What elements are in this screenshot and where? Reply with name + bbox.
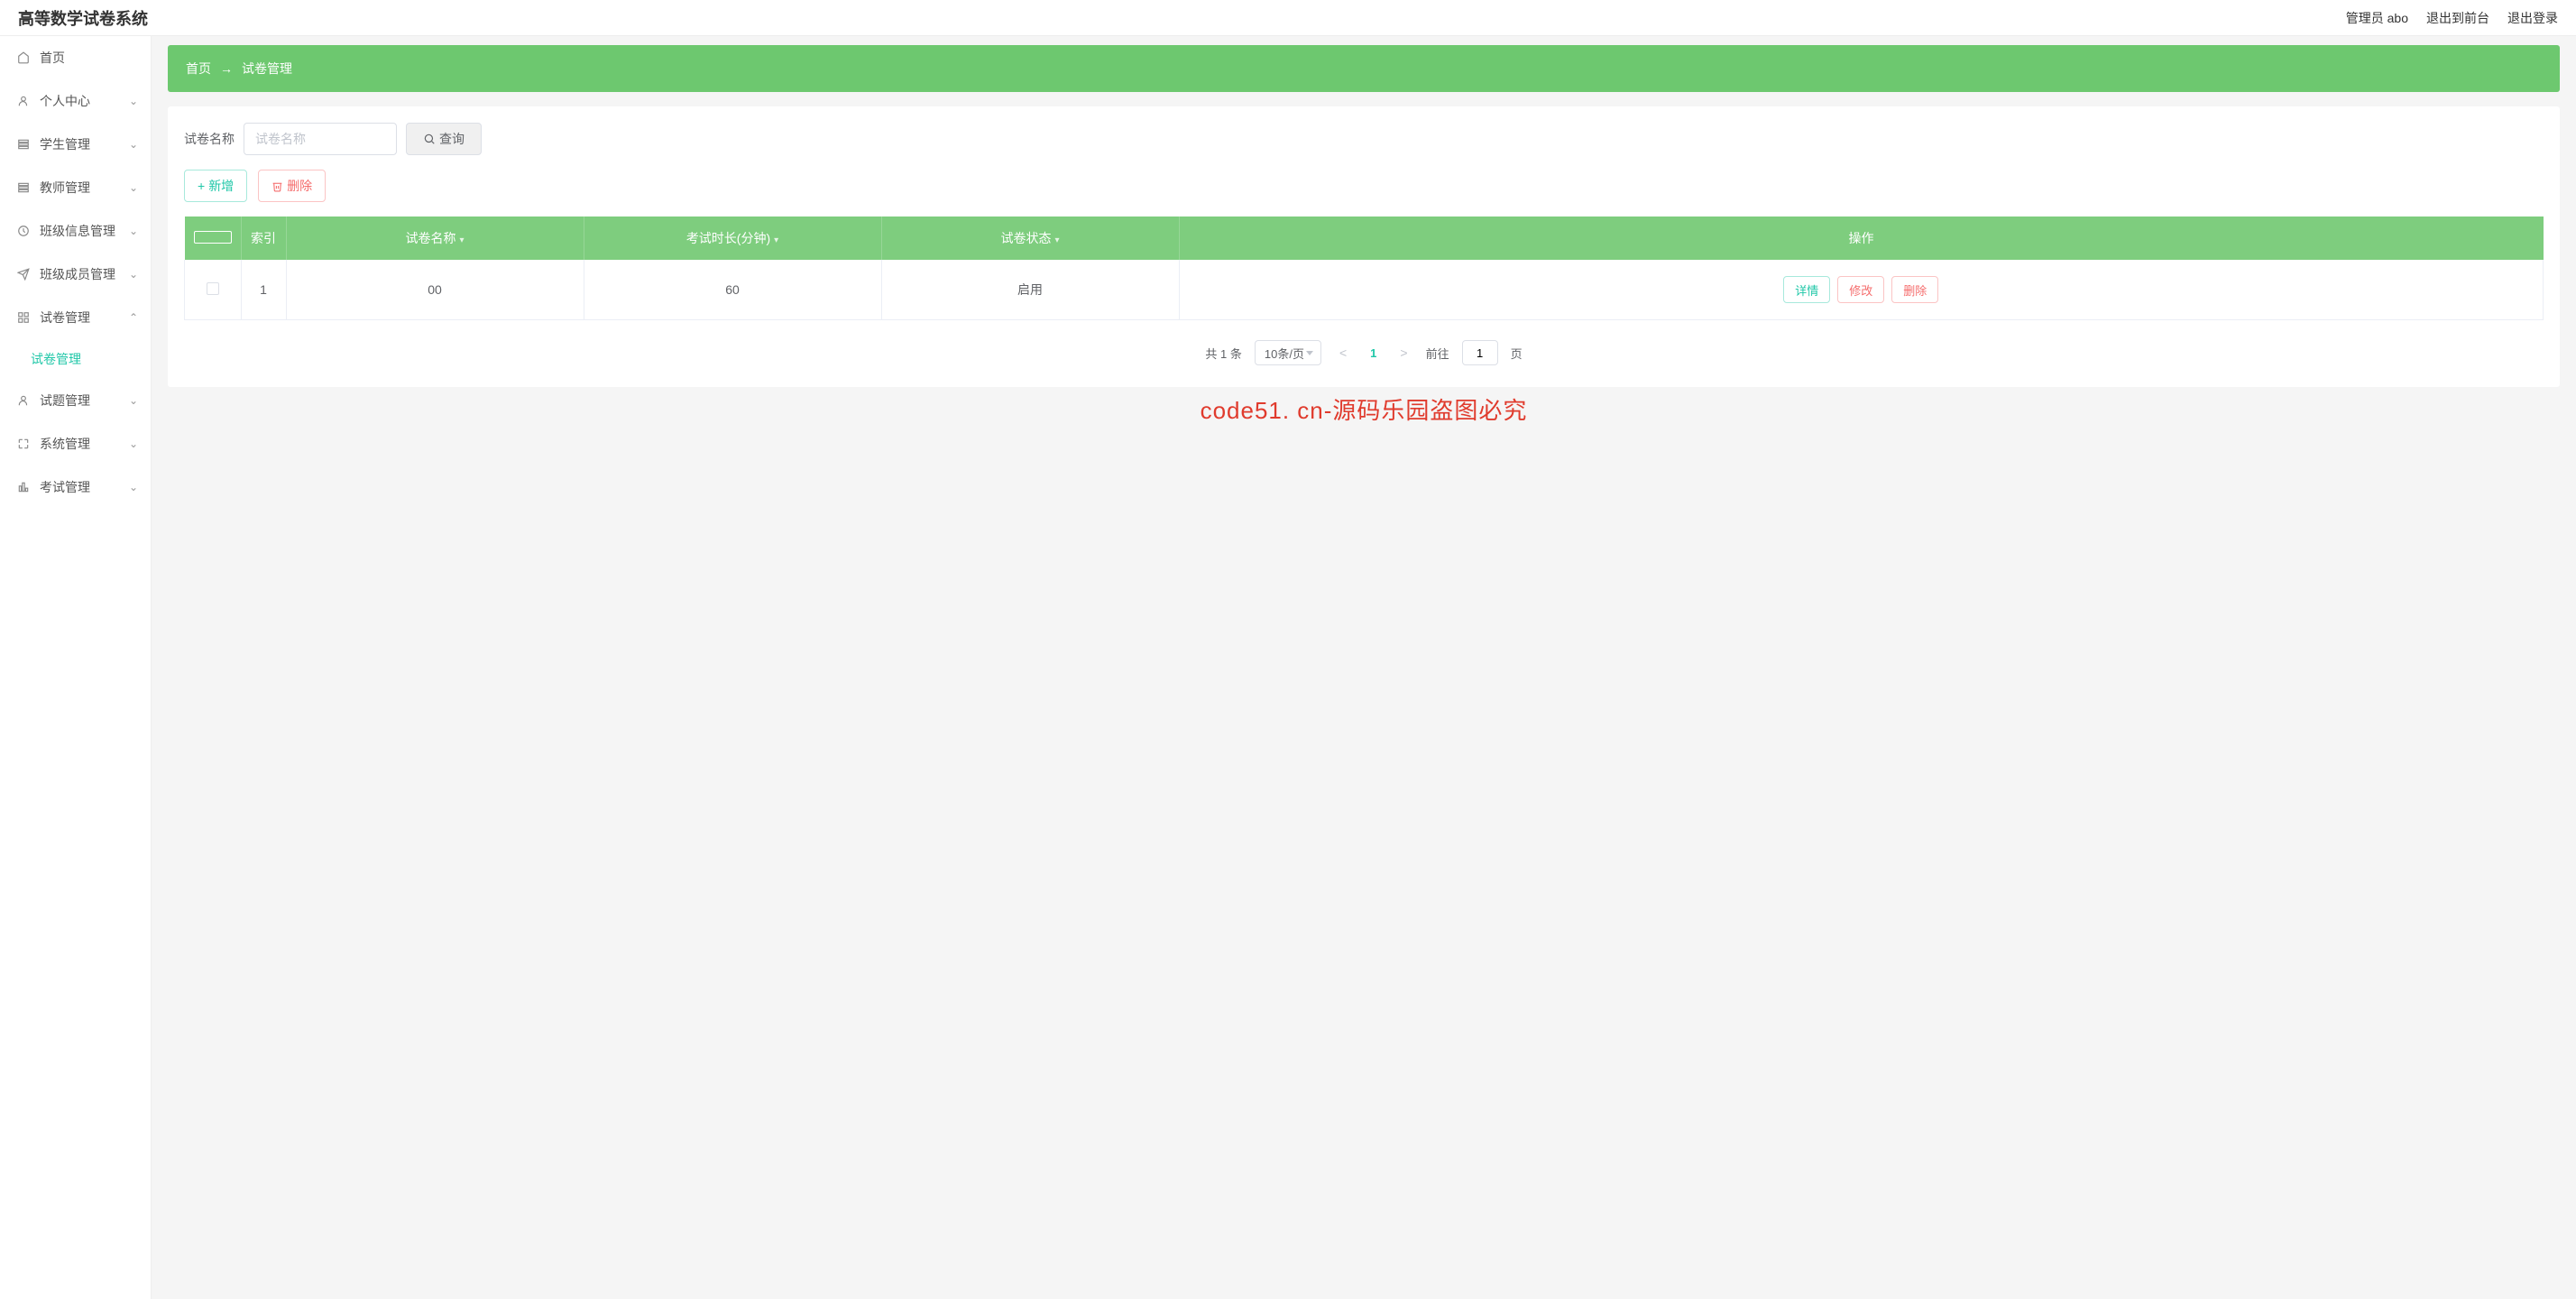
header-right: 管理员 abo 退出到前台 退出登录 xyxy=(2346,9,2558,27)
page-next-button[interactable]: > xyxy=(1394,345,1412,360)
pagination: 共 1 条 10条/页 < 1 > 前往 页 xyxy=(184,340,2544,365)
chevron-down-icon: ⌄ xyxy=(129,268,138,281)
sidebar-item-label: 考试管理 xyxy=(40,478,90,496)
filter-row: 试卷名称 查询 xyxy=(184,123,2544,155)
row-detail-button[interactable]: 详情 xyxy=(1783,276,1830,303)
plus-icon: + xyxy=(198,179,205,193)
sidebar-item-class-member-mgmt[interactable]: 班级成员管理 ⌄ xyxy=(0,253,151,296)
page-size-select[interactable]: 10条/页 xyxy=(1255,340,1321,365)
bar-icon xyxy=(16,480,31,494)
logout-link[interactable]: 退出登录 xyxy=(2507,9,2558,27)
main-content: 首页 → 试卷管理 试卷名称 查询 + 新增 xyxy=(152,36,2576,1299)
expand-icon xyxy=(16,437,31,451)
exit-to-front-link[interactable]: 退出到前台 xyxy=(2426,9,2489,27)
sidebar-item-label: 首页 xyxy=(40,49,65,67)
search-button[interactable]: 查询 xyxy=(406,123,482,155)
send-icon xyxy=(16,267,31,281)
chevron-down-icon: ⌄ xyxy=(129,394,138,407)
sidebar-item-label: 教师管理 xyxy=(40,179,90,197)
add-button-label: 新增 xyxy=(208,177,234,195)
sidebar-item-label: 班级信息管理 xyxy=(40,222,115,240)
exam-name-input[interactable] xyxy=(244,123,397,155)
page-prev-button[interactable]: < xyxy=(1334,345,1352,360)
sidebar-item-label: 系统管理 xyxy=(40,435,90,453)
breadcrumb: 首页 → 试卷管理 xyxy=(168,45,2560,92)
list-icon xyxy=(16,180,31,195)
list-icon xyxy=(16,137,31,152)
delete-button[interactable]: 删除 xyxy=(258,170,326,202)
col-header-index: 索引 xyxy=(241,216,286,260)
sidebar-item-exam-paper-mgmt[interactable]: 试卷管理 ⌃ xyxy=(0,296,151,339)
sidebar-item-profile[interactable]: 个人中心 ⌄ xyxy=(0,79,151,123)
chevron-down-icon: ⌄ xyxy=(129,225,138,237)
home-icon xyxy=(16,51,31,65)
sort-icon: ▾ xyxy=(459,235,464,245)
cell-index: 1 xyxy=(241,260,286,320)
jump-prefix: 前往 xyxy=(1426,345,1449,362)
pagination-total: 共 1 条 xyxy=(1205,345,1241,362)
chevron-down-icon: ⌄ xyxy=(129,481,138,493)
sort-icon: ▾ xyxy=(1054,235,1059,245)
sidebar-item-label: 学生管理 xyxy=(40,135,90,153)
sidebar-item-label: 个人中心 xyxy=(40,92,90,110)
sidebar-item-home[interactable]: 首页 xyxy=(0,36,151,79)
breadcrumb-separator: → xyxy=(220,61,233,76)
sidebar: 首页 个人中心 ⌄ 学生管理 ⌄ 教师管理 ⌄ 班级信息管理 ⌄ xyxy=(0,36,152,1299)
app-title: 高等数学试卷系统 xyxy=(18,6,148,30)
cell-duration: 60 xyxy=(584,260,881,320)
cell-ops: 详情 修改 删除 xyxy=(1179,260,2544,320)
filter-label: 试卷名称 xyxy=(184,130,235,148)
page-current[interactable]: 1 xyxy=(1365,346,1382,360)
admin-label[interactable]: 管理员 abo xyxy=(2346,9,2408,27)
add-button[interactable]: + 新增 xyxy=(184,170,247,202)
col-header-name[interactable]: 试卷名称▾ xyxy=(286,216,584,260)
delete-button-label: 删除 xyxy=(287,177,312,195)
sidebar-item-question-mgmt[interactable]: 试题管理 ⌄ xyxy=(0,379,151,422)
sidebar-item-label: 班级成员管理 xyxy=(40,265,115,283)
sidebar-item-teacher-mgmt[interactable]: 教师管理 ⌄ xyxy=(0,166,151,209)
trash-icon xyxy=(271,180,283,192)
user-icon xyxy=(16,393,31,408)
sidebar-subitem-exam-paper-mgmt[interactable]: 试卷管理 xyxy=(0,339,151,379)
cell-status: 启用 xyxy=(881,260,1179,320)
sidebar-item-label: 试题管理 xyxy=(40,392,90,410)
sidebar-item-student-mgmt[interactable]: 学生管理 ⌄ xyxy=(0,123,151,166)
chevron-down-icon: ⌄ xyxy=(129,181,138,194)
sidebar-item-label: 试卷管理 xyxy=(40,309,90,327)
search-icon xyxy=(423,133,436,145)
sort-icon: ▾ xyxy=(774,235,778,245)
page-jump-input[interactable] xyxy=(1462,340,1498,365)
col-header-status[interactable]: 试卷状态▾ xyxy=(881,216,1179,260)
breadcrumb-current: 试卷管理 xyxy=(242,60,292,78)
app-header: 高等数学试卷系统 管理员 abo 退出到前台 退出登录 xyxy=(0,0,2576,36)
jump-suffix: 页 xyxy=(1511,345,1523,362)
row-delete-button[interactable]: 删除 xyxy=(1891,276,1938,303)
sidebar-item-system-mgmt[interactable]: 系统管理 ⌄ xyxy=(0,422,151,465)
col-header-select xyxy=(185,216,242,260)
chevron-down-icon: ⌄ xyxy=(129,138,138,151)
chevron-up-icon: ⌃ xyxy=(129,311,138,324)
user-icon xyxy=(16,94,31,108)
chevron-down-icon: ⌄ xyxy=(129,95,138,107)
search-button-label: 查询 xyxy=(439,130,465,148)
watermark-text: code51. cn-源码乐园盗图必究 xyxy=(1201,392,1528,426)
clock-icon xyxy=(16,224,31,238)
col-header-duration[interactable]: 考试时长(分钟)▾ xyxy=(584,216,881,260)
table-row: 1 00 60 启用 详情 修改 删除 xyxy=(185,260,2544,320)
col-header-ops: 操作 xyxy=(1179,216,2544,260)
cell-name: 00 xyxy=(286,260,584,320)
chevron-down-icon: ⌄ xyxy=(129,438,138,450)
grid-icon xyxy=(16,310,31,325)
row-edit-button[interactable]: 修改 xyxy=(1837,276,1884,303)
sidebar-item-exam-mgmt[interactable]: 考试管理 ⌄ xyxy=(0,465,151,509)
action-row: + 新增 删除 xyxy=(184,170,2544,202)
select-all-checkbox[interactable] xyxy=(194,231,232,244)
row-checkbox[interactable] xyxy=(207,282,219,295)
content-card: 试卷名称 查询 + 新增 删除 xyxy=(168,106,2560,387)
data-table: 索引 试卷名称▾ 考试时长(分钟)▾ 试卷状态▾ 操作 1 00 60 xyxy=(184,216,2544,320)
sidebar-item-class-info-mgmt[interactable]: 班级信息管理 ⌄ xyxy=(0,209,151,253)
breadcrumb-root[interactable]: 首页 xyxy=(186,60,211,78)
